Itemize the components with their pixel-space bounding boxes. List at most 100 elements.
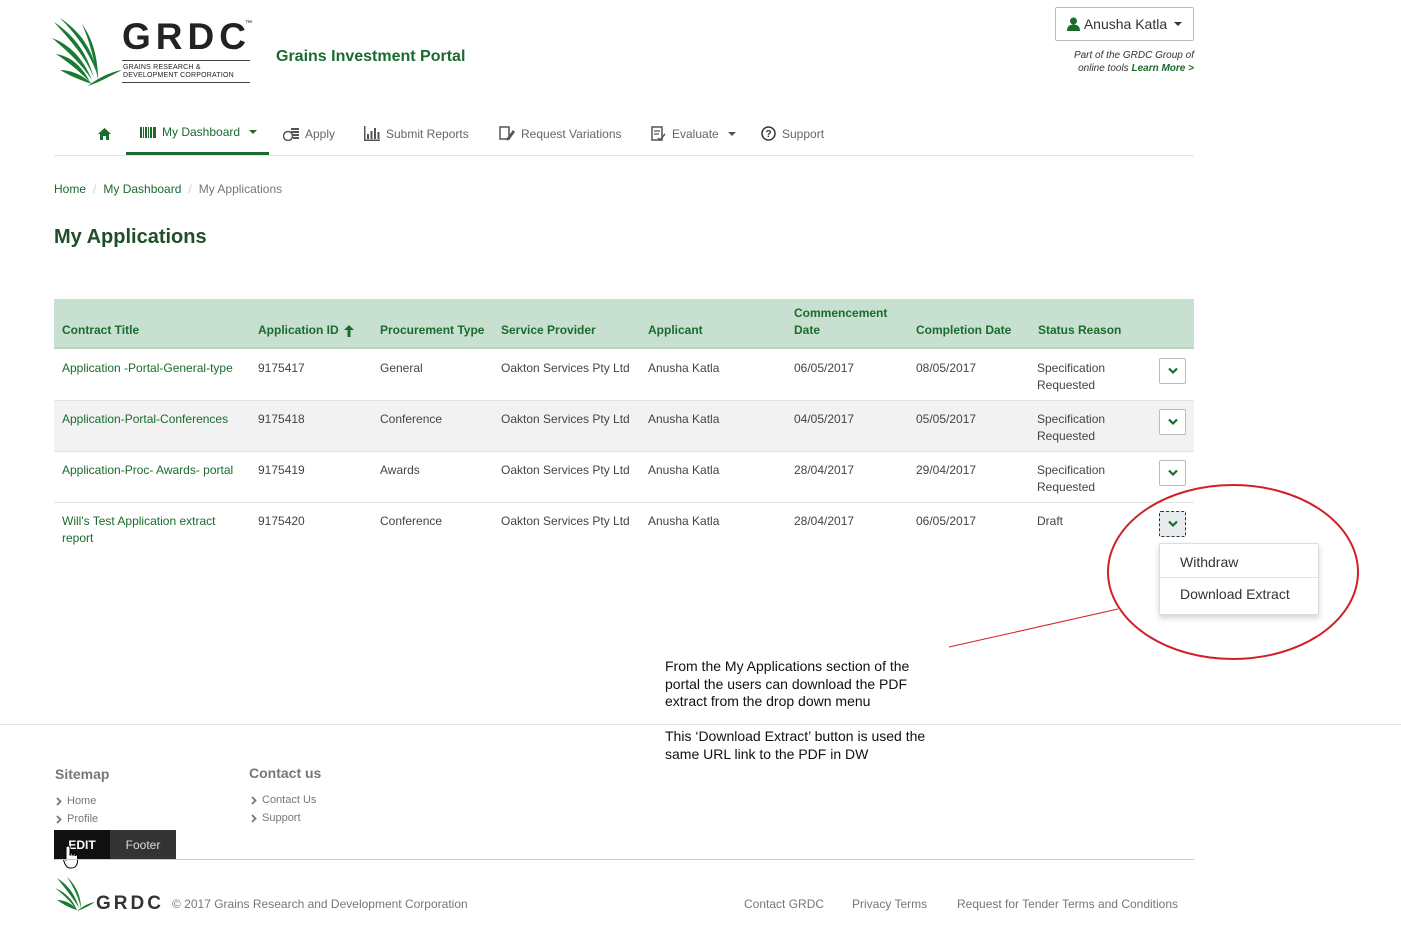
contact-link-contact-us[interactable]: Contact Us bbox=[251, 794, 316, 806]
column-header-label-line-1: Commencement bbox=[794, 306, 888, 320]
main-nav: My Dashboard Apply Submit Reports Reques… bbox=[54, 112, 1194, 156]
chevron-down-icon bbox=[1167, 418, 1178, 426]
service-provider: Oakton Services Pty Ltd bbox=[501, 463, 630, 477]
grdc-logo[interactable]: GRDC ™ GRAINS RESEARCH & DEVELOPMENT COR… bbox=[52, 16, 252, 88]
contract-title-link[interactable]: Application -Portal-General-type bbox=[62, 360, 233, 377]
application-id: 9175418 bbox=[258, 412, 305, 426]
portal-title: Grains Investment Portal bbox=[276, 48, 466, 65]
applicant: Anusha Katla bbox=[648, 463, 720, 477]
completion-date: 06/05/2017 bbox=[916, 514, 977, 528]
logo-trademark: ™ bbox=[245, 20, 252, 27]
chevron-down-icon bbox=[1167, 367, 1178, 375]
contact-link-label: Support bbox=[262, 812, 301, 824]
commencement-date: 06/05/2017 bbox=[794, 361, 855, 375]
chevron-right-icon bbox=[251, 813, 257, 823]
contract-title-line-1: Will's Test Application extract bbox=[62, 514, 216, 528]
column-header-contract-title[interactable]: Contract Title bbox=[62, 322, 139, 339]
status-line-2: Requested bbox=[1037, 480, 1096, 494]
withdraw-menu-item[interactable]: Withdraw bbox=[1160, 546, 1318, 577]
row-actions-dropdown-button[interactable] bbox=[1159, 409, 1186, 435]
page-title: My Applications bbox=[54, 226, 207, 248]
nav-request-variations[interactable]: Request Variations bbox=[499, 112, 622, 155]
status-reason: Draft bbox=[1037, 514, 1064, 528]
applicant: Anusha Katla bbox=[648, 412, 720, 426]
footer-edit-tab[interactable]: Footer bbox=[110, 830, 176, 860]
nav-evaluate[interactable]: Evaluate bbox=[651, 112, 736, 155]
dashboard-icon bbox=[140, 126, 156, 138]
group-note-line-1: Part of the GRDC Group of bbox=[1073, 50, 1194, 61]
status-reason: Specification Requested bbox=[1037, 462, 1105, 496]
contract-title-link[interactable]: Application-Portal-Conferences bbox=[62, 411, 228, 428]
contact-link-support[interactable]: Support bbox=[251, 812, 301, 824]
row-actions-menu: Withdraw Download Extract bbox=[1159, 543, 1319, 615]
caret-down-icon bbox=[249, 130, 258, 134]
table-row: Application -Portal-General-type 9175417… bbox=[54, 350, 1194, 401]
contract-title-link[interactable]: Application-Proc- Awards- portal bbox=[62, 462, 233, 479]
application-id: 9175420 bbox=[258, 514, 305, 528]
service-provider: Oakton Services Pty Ltd bbox=[501, 412, 630, 426]
nav-my-dashboard[interactable]: My Dashboard bbox=[126, 112, 269, 155]
learn-more-link[interactable]: Learn More > bbox=[1131, 63, 1194, 74]
checklist-icon bbox=[651, 126, 666, 141]
nav-label: Submit Reports bbox=[386, 126, 469, 141]
help-circle-icon: ? bbox=[761, 126, 776, 141]
status-line-2: Requested bbox=[1037, 429, 1096, 443]
nav-label: My Dashboard bbox=[162, 125, 241, 139]
status-line-1: Specification bbox=[1037, 463, 1106, 477]
home-icon bbox=[98, 127, 111, 140]
breadcrumb-home[interactable]: Home bbox=[54, 182, 86, 196]
footer-link-privacy-terms[interactable]: Privacy Terms bbox=[852, 897, 927, 911]
nav-submit-reports[interactable]: Submit Reports bbox=[364, 112, 469, 155]
sitemap-link-profile[interactable]: Profile bbox=[56, 813, 98, 825]
user-icon bbox=[1066, 17, 1080, 31]
footer-link-contact-grdc[interactable]: Contact GRDC bbox=[744, 897, 824, 911]
nav-home[interactable] bbox=[98, 112, 111, 155]
logo-subtitle-line-2: DEVELOPMENT CORPORATION bbox=[123, 72, 234, 79]
row-actions-dropdown-button[interactable] bbox=[1159, 460, 1186, 486]
grdc-small-logo-leaves-icon bbox=[55, 877, 95, 911]
column-header-commencement-date[interactable]: Commencement Date bbox=[794, 305, 887, 339]
status-reason: Specification Requested bbox=[1037, 411, 1105, 445]
logo-divider bbox=[122, 60, 250, 61]
application-id: 9175417 bbox=[258, 361, 305, 375]
row-actions-dropdown-button[interactable] bbox=[1159, 358, 1186, 384]
column-header-procurement-type[interactable]: Procurement Type bbox=[380, 322, 484, 339]
applicant: Anusha Katla bbox=[648, 514, 720, 528]
footer-link-tender-terms[interactable]: Request for Tender Terms and Conditions bbox=[957, 897, 1178, 911]
nav-label: Request Variations bbox=[521, 126, 622, 141]
wheat-leaves-icon bbox=[52, 18, 122, 86]
procurement-type: Conference bbox=[380, 514, 443, 528]
annotation-line: portal the users can download the PDF bbox=[665, 675, 908, 692]
row-actions-dropdown-button[interactable] bbox=[1159, 511, 1186, 537]
breadcrumb-my-dashboard[interactable]: My Dashboard bbox=[103, 182, 181, 196]
hand-pointer-cursor-icon bbox=[63, 845, 78, 869]
column-header-application-id[interactable]: Application ID bbox=[258, 322, 354, 339]
nav-support[interactable]: ? Support bbox=[761, 112, 824, 155]
column-header-completion-date[interactable]: Completion Date bbox=[916, 322, 1011, 339]
application-id: 9175419 bbox=[258, 463, 305, 477]
column-header-applicant[interactable]: Applicant bbox=[648, 322, 703, 339]
coins-icon bbox=[283, 128, 299, 141]
annotation-line: same URL link to the PDF in DW bbox=[665, 745, 869, 762]
grdc-small-logo-wordmark[interactable]: GRDC bbox=[96, 893, 164, 915]
sitemap-link-home[interactable]: Home bbox=[56, 795, 96, 807]
procurement-type: General bbox=[380, 361, 423, 375]
annotation-text-1: From the My Applications section of the … bbox=[665, 658, 965, 711]
copyright-text: © 2017 Grains Research and Development C… bbox=[172, 897, 468, 911]
download-extract-menu-item[interactable]: Download Extract bbox=[1160, 578, 1318, 609]
user-menu-button[interactable]: Anusha Katla bbox=[1055, 7, 1194, 41]
chevron-right-icon bbox=[56, 796, 62, 806]
user-name: Anusha Katla bbox=[1083, 16, 1168, 32]
procurement-type: Conference bbox=[380, 412, 443, 426]
completion-date: 08/05/2017 bbox=[916, 361, 977, 375]
column-header-status-reason[interactable]: Status Reason bbox=[1038, 322, 1121, 339]
sitemap-link-label: Profile bbox=[67, 813, 99, 825]
nav-apply[interactable]: Apply bbox=[283, 112, 335, 155]
contract-title-link[interactable]: Will's Test Application extract report bbox=[62, 513, 215, 547]
column-header-label: Application ID bbox=[258, 323, 339, 337]
nav-label: Apply bbox=[305, 126, 336, 141]
caret-down-icon bbox=[727, 131, 736, 136]
column-header-service-provider[interactable]: Service Provider bbox=[501, 322, 596, 339]
chevron-down-icon bbox=[1167, 520, 1178, 528]
contract-title-line-2: report bbox=[62, 531, 94, 545]
